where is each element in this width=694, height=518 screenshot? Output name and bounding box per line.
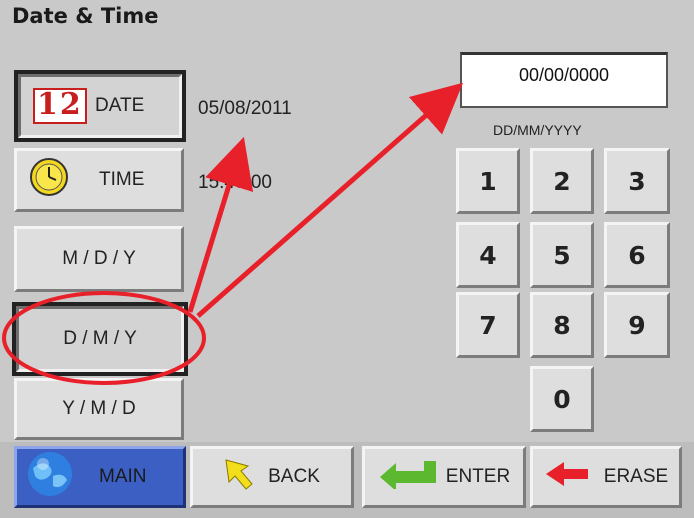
erase-button[interactable]: ERASE [530, 446, 682, 508]
globe-icon [25, 450, 75, 504]
back-arrow-icon [224, 458, 254, 496]
key-0[interactable]: 0 [530, 366, 594, 432]
key-5[interactable]: 5 [530, 222, 594, 288]
back-button-label: BACK [268, 466, 320, 487]
entry-display[interactable]: 00/00/0000 [460, 52, 668, 108]
calendar-icon: 12 [33, 87, 87, 124]
current-date-value: 05/08/2011 [198, 98, 292, 119]
clock-icon [29, 157, 69, 203]
ymd-format-label: Y / M / D [62, 398, 136, 419]
main-button-label: MAIN [99, 466, 147, 487]
enter-button[interactable]: ENTER [362, 446, 526, 508]
key-8[interactable]: 8 [530, 292, 594, 358]
dmy-format-button[interactable]: D / M / Y [16, 306, 184, 372]
date-button-label: DATE [95, 95, 145, 116]
enter-button-label: ENTER [445, 466, 511, 487]
entry-display-text: 00/00/0000 [518, 65, 610, 85]
key-7[interactable]: 7 [456, 292, 520, 358]
key-3[interactable]: 3 [604, 148, 670, 214]
dmy-format-label: D / M / Y [63, 328, 137, 349]
erase-arrow-icon [544, 461, 590, 493]
entry-format-hint: DD/MM/YYYY [493, 122, 582, 138]
key-1[interactable]: 1 [456, 148, 520, 214]
key-2[interactable]: 2 [530, 148, 594, 214]
time-button[interactable]: TIME [14, 148, 184, 212]
time-button-label: TIME [99, 169, 145, 190]
current-time-value: 15:48:00 [198, 172, 272, 193]
mdy-format-button[interactable]: M / D / Y [14, 226, 184, 292]
date-button[interactable]: 12 DATE [18, 74, 182, 138]
erase-button-label: ERASE [603, 466, 669, 487]
back-button[interactable]: BACK [190, 446, 354, 508]
key-4[interactable]: 4 [456, 222, 520, 288]
ymd-format-button[interactable]: Y / M / D [14, 378, 184, 440]
page-title: Date & Time [12, 4, 159, 28]
key-9[interactable]: 9 [604, 292, 670, 358]
mdy-format-label: M / D / Y [62, 248, 136, 269]
annotation-arrow-to-display [196, 82, 464, 318]
enter-arrow-icon [378, 459, 440, 495]
key-6[interactable]: 6 [604, 222, 670, 288]
main-button[interactable]: MAIN [14, 446, 186, 508]
